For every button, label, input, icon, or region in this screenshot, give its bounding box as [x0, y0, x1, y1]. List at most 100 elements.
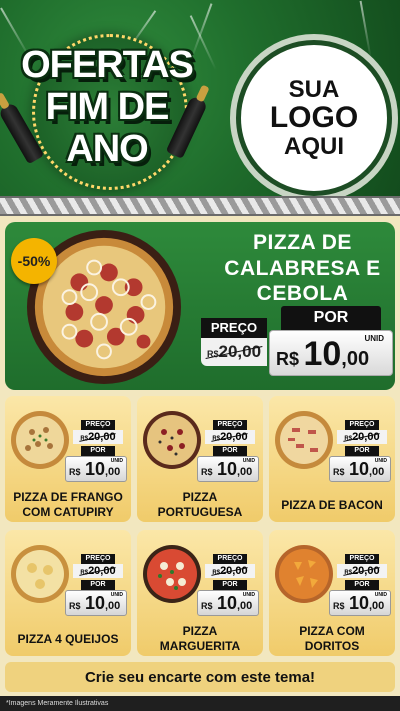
product-name: PIZZA 4 QUEIJOS: [5, 632, 131, 647]
new-price-int: 10: [303, 335, 342, 373]
new-price-box: UNID R$ 10,00: [197, 590, 259, 616]
logo-text-line2: LOGO: [269, 101, 359, 135]
pizza-marguerita-image: [143, 545, 201, 603]
new-price-int: 10: [84, 459, 105, 479]
featured-product: -50% PIZZA DE CALABRESA E CEBOLA PREÇO P…: [5, 222, 395, 390]
new-price-dec: ,00: [237, 600, 253, 612]
create-flyer-button[interactable]: Crie seu encarte com este tema!: [5, 662, 395, 692]
new-price-dec: ,00: [237, 466, 253, 478]
logo-text-line1: SUA: [288, 76, 340, 104]
new-price-currency: R$: [69, 467, 81, 477]
new-price-int: 10: [216, 593, 237, 613]
old-price-currency: R$: [80, 570, 89, 576]
new-price-box: UNID R$ 10,00: [197, 456, 259, 482]
old-price: R$20,00: [337, 430, 387, 444]
product-price-block: PREÇO R$20,00 POR UNID R$ 10,00: [329, 554, 391, 622]
por-label: POR: [81, 446, 115, 456]
old-price: R$20,00: [73, 430, 123, 444]
new-price-box: UNID R$ 10,00: [65, 456, 127, 482]
product-name-line1: PIZZA: [182, 490, 218, 504]
product-name: PIZZA PORTUGUESA: [137, 490, 263, 520]
product-card: PREÇO R$20,00 POR UNID R$ 10,00 PIZZA 4 …: [5, 530, 131, 656]
new-price-currency: R$: [333, 601, 345, 611]
product-card: PREÇO R$20,00 POR UNID R$ 10,00 PIZZA CO…: [269, 530, 395, 656]
pizza-bacon-image: [275, 411, 333, 469]
old-price: R$20,00: [205, 430, 255, 444]
logo-placeholder: SUA LOGO AQUI: [236, 40, 392, 196]
old-price-value: 20,00: [88, 431, 116, 443]
old-price-box: R$20,00: [201, 338, 267, 366]
featured-name-line2: CALABRESA E: [224, 256, 381, 280]
old-price-value: 20,00: [218, 342, 262, 361]
new-price: R$ 10,00: [69, 593, 120, 614]
new-price-box: UNID R$ 10,00: [329, 590, 391, 616]
new-price-int: 10: [84, 593, 105, 613]
discount-badge: -50%: [11, 238, 57, 284]
product-card: PREÇO R$20,00 POR UNID R$ 10,00 PIZZA DE…: [269, 396, 395, 522]
new-price-box: UNID R$ 10,00: [65, 590, 127, 616]
product-name-line2: PORTUGUESA: [157, 505, 243, 519]
por-label: POR: [345, 446, 379, 456]
new-price-dec: ,00: [369, 466, 385, 478]
product-name-line1: PIZZA DE BACON: [281, 498, 383, 512]
pizza-portuguesa-image: [143, 411, 201, 469]
product-name: PIZZA DE BACON: [269, 498, 395, 513]
old-price-currency: R$: [206, 349, 219, 359]
promo-title-line3: ANO: [66, 128, 148, 170]
product-card: PREÇO R$20,00 POR UNID R$ 10,00 PIZZA PO…: [137, 396, 263, 522]
preco-label: PREÇO: [345, 554, 379, 564]
old-price-value: 20,00: [352, 565, 380, 577]
product-name-line1: PIZZA 4 QUEIJOS: [17, 632, 119, 646]
por-label: POR: [213, 446, 247, 456]
old-price: R$20,00: [337, 564, 387, 578]
promo-badge: OFERTAS FIM DE ANO: [0, 24, 210, 190]
por-label: POR: [345, 580, 379, 590]
product-name-line1: PIZZA DE FRANGO: [13, 490, 123, 504]
preco-label: PREÇO: [81, 554, 115, 564]
old-price: R$20,00: [207, 342, 261, 362]
new-price-currency: R$: [69, 601, 81, 611]
new-price: R$ 10,00: [69, 459, 120, 480]
promo-title-line1: OFERTAS: [21, 44, 194, 86]
new-price-currency: R$: [201, 601, 213, 611]
old-price-value: 20,00: [352, 431, 380, 443]
product-card: PREÇO R$20,00 POR UNID R$ 10,00 PIZZA MA…: [137, 530, 263, 656]
old-price-currency: R$: [344, 436, 353, 442]
product-price-block: PREÇO R$20,00 POR UNID R$ 10,00: [197, 420, 259, 488]
featured-product-name: PIZZA DE CALABRESA E CEBOLA: [215, 230, 390, 307]
product-card: PREÇO R$20,00 POR UNID R$ 10,00 PIZZA DE…: [5, 396, 131, 522]
new-price-currency: R$: [276, 349, 300, 369]
new-price: R$ 10,00: [201, 593, 252, 614]
pizza-frango-image: [11, 411, 69, 469]
new-price: R$ 10,00: [333, 459, 384, 480]
product-name-line1: PIZZA: [182, 624, 218, 638]
old-price-value: 20,00: [88, 565, 116, 577]
new-price-int: 10: [348, 459, 369, 479]
new-price: R$ 10,00: [201, 459, 252, 480]
old-price-currency: R$: [212, 436, 221, 442]
old-price-currency: R$: [80, 436, 89, 442]
rope-divider: [0, 196, 400, 216]
product-name-line1: PIZZA COM: [299, 624, 365, 638]
header-banner: OFERTAS FIM DE ANO SUA LOGO AQUI: [0, 0, 400, 196]
disclaimer-footnote: *Imagens Meramente Ilustrativas: [0, 696, 400, 711]
product-price-block: PREÇO R$20,00 POR UNID R$ 10,00: [197, 554, 259, 622]
preco-label: PREÇO: [213, 420, 247, 430]
preco-label: PREÇO: [345, 420, 379, 430]
old-price: R$20,00: [73, 564, 123, 578]
featured-price-block: PREÇO POR R$20,00 UNID R$ 10,00: [201, 306, 393, 388]
preco-label: PREÇO: [201, 318, 267, 338]
new-price-dec: ,00: [105, 466, 121, 478]
new-price-dec: ,00: [105, 600, 121, 612]
old-price-currency: R$: [212, 570, 221, 576]
new-price: R$ 10,00: [333, 593, 384, 614]
featured-name-line3: CEBOLA: [256, 282, 349, 306]
product-price-block: PREÇO R$20,00 POR UNID R$ 10,00: [329, 420, 391, 488]
old-price-value: 20,00: [220, 431, 248, 443]
preco-label: PREÇO: [81, 420, 115, 430]
old-price: R$20,00: [205, 564, 255, 578]
preco-label: PREÇO: [213, 554, 247, 564]
pizza-4-queijos-image: [11, 545, 69, 603]
product-price-block: PREÇO R$20,00 POR UNID R$ 10,00: [65, 420, 127, 488]
pizza-doritos-image: [275, 545, 333, 603]
